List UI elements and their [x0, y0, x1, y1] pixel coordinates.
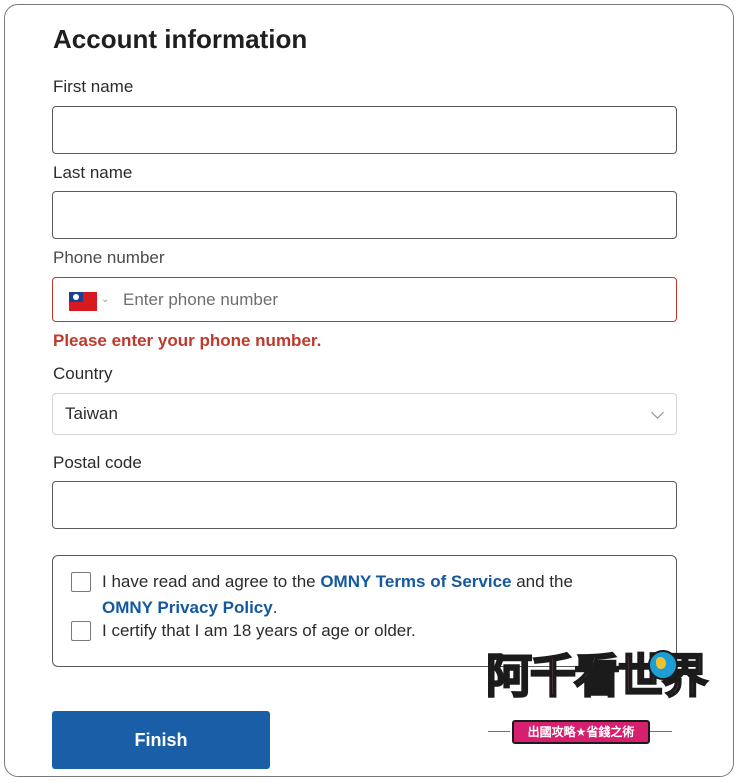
country-label: Country: [53, 364, 113, 383]
watermark-left-line: [488, 731, 510, 732]
privacy-suffix-text: .: [272, 598, 278, 617]
phone-number-field-wrapper: ⌄: [52, 277, 677, 322]
watermark-ribbon: 出國攻略★省錢之術: [512, 720, 650, 744]
watermark-right-line: [650, 731, 672, 732]
first-name-field-wrapper: [52, 106, 677, 154]
phone-number-input[interactable]: [111, 278, 676, 321]
terms-checkbox[interactable]: [71, 572, 91, 592]
last-name-field-wrapper: [52, 191, 677, 239]
postal-code-field-wrapper: [52, 481, 677, 529]
country-selected-value: Taiwan: [65, 404, 118, 423]
watermark-logo: 阿千看世界 出國攻略★省錢之術: [485, 640, 709, 744]
flag-sun: [73, 294, 79, 300]
privacy-policy-link[interactable]: OMNY Privacy Policy: [102, 598, 273, 617]
age-certification-text: I certify that I am 18 years of age or o…: [102, 621, 416, 640]
age-checkbox[interactable]: [71, 621, 91, 641]
first-name-input[interactable]: [53, 107, 676, 153]
terms-middle-text: and the: [511, 572, 573, 591]
phone-number-label: Phone number: [53, 248, 165, 267]
first-name-label: First name: [53, 77, 134, 96]
terms-of-service-link[interactable]: OMNY Terms of Service: [320, 572, 511, 591]
country-select[interactable]: Taiwan: [52, 393, 677, 435]
last-name-input[interactable]: [53, 192, 676, 238]
terms-prefix-text: I have read and agree to the: [102, 572, 321, 591]
phone-error-message: Please enter your phone number.: [53, 331, 322, 350]
chevron-down-icon: [651, 406, 664, 419]
last-name-label: Last name: [53, 163, 133, 182]
flag-canton: [69, 292, 83, 302]
taiwan-flag-icon[interactable]: [69, 292, 97, 311]
page-title: Account information: [53, 24, 308, 54]
phone-input-wrapper: [111, 278, 676, 321]
finish-button[interactable]: Finish: [52, 711, 270, 769]
postal-code-label: Postal code: [53, 453, 142, 472]
country-code-chevron-icon[interactable]: ⌄: [101, 294, 109, 305]
postal-code-input[interactable]: [53, 482, 676, 528]
globe-icon: [648, 650, 678, 680]
terms-agreement-text: I have read and agree to the OMNY Terms …: [102, 569, 573, 621]
